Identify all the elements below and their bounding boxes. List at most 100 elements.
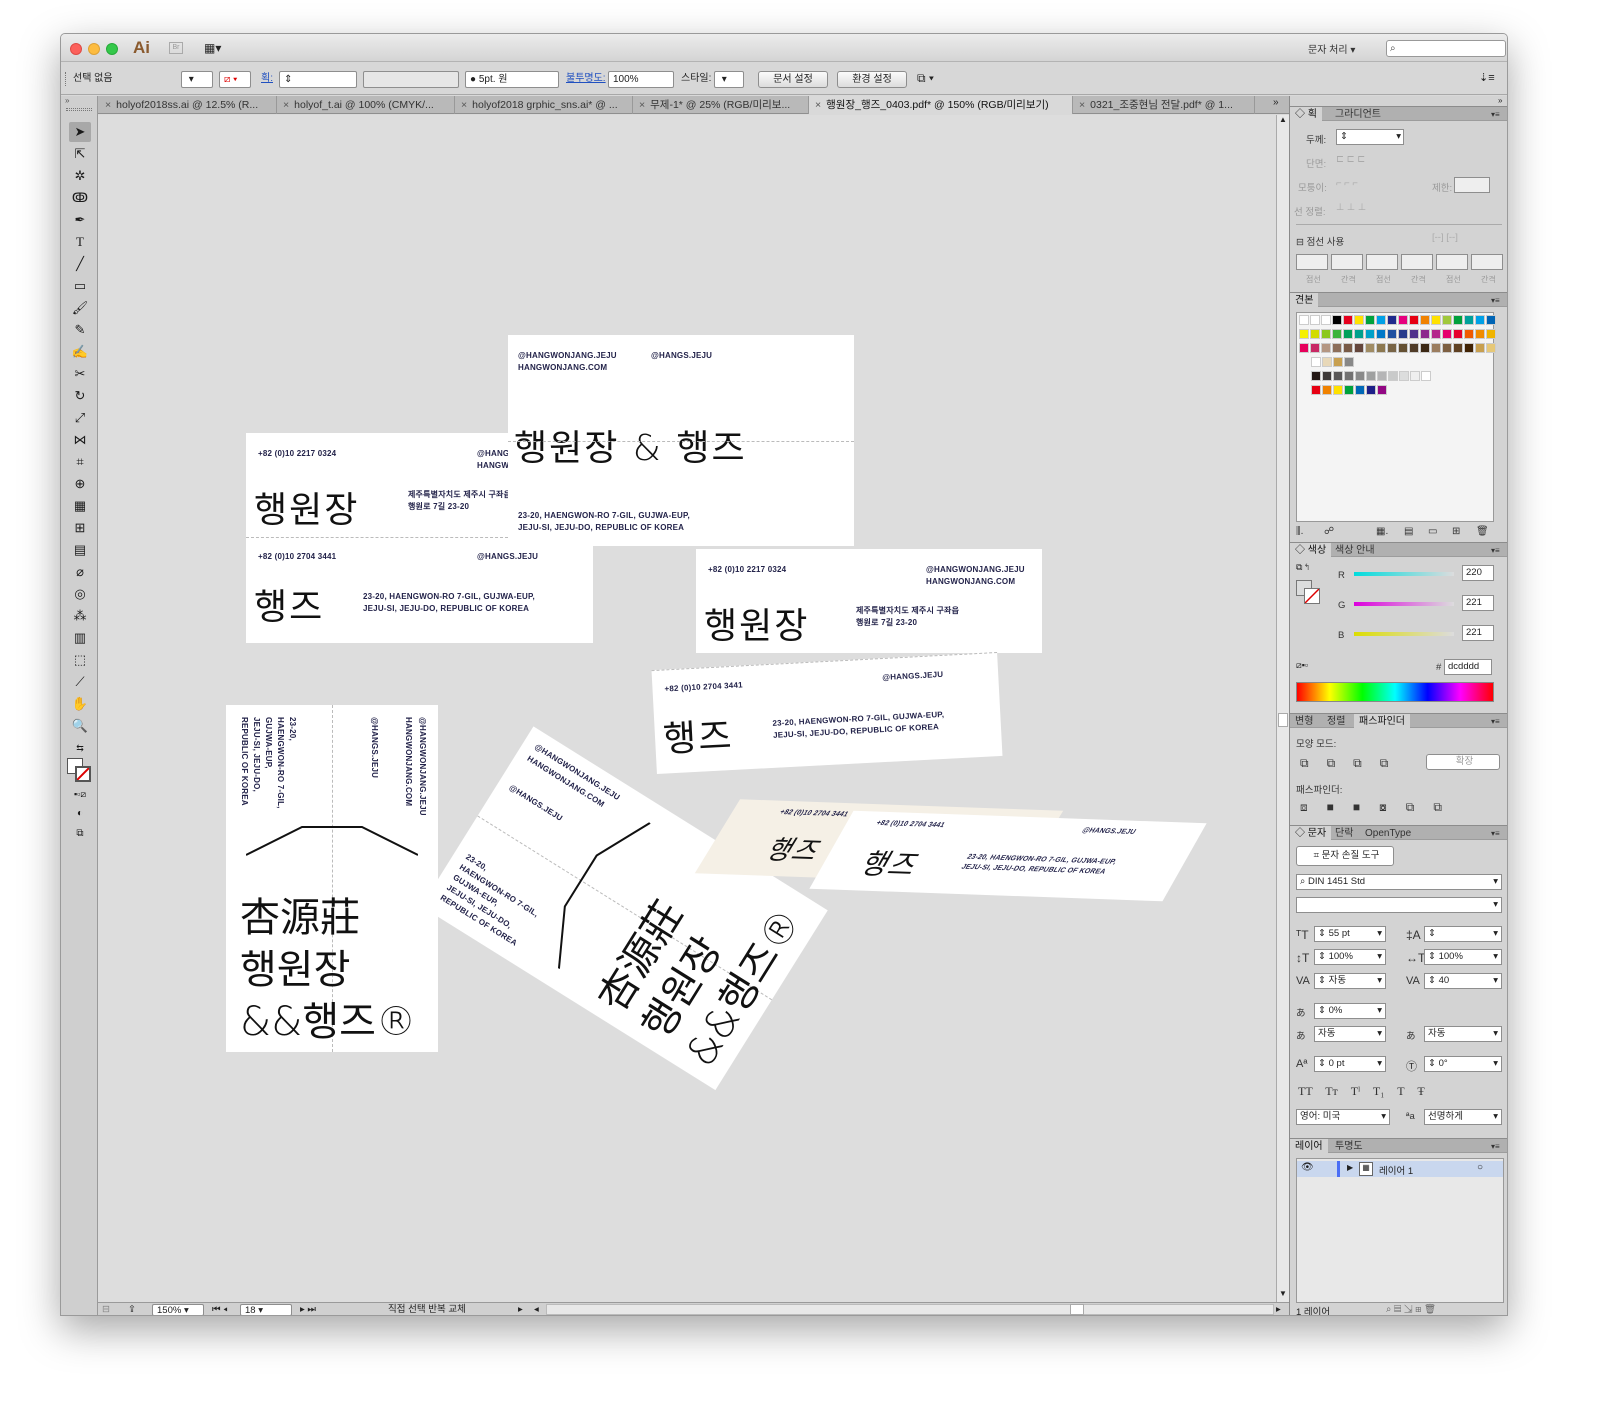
type-tool-icon[interactable]: T: [69, 232, 91, 252]
color-guide-tab[interactable]: 색상 안내: [1330, 543, 1380, 558]
scroll-up-icon[interactable]: ▲: [1279, 115, 1287, 124]
vertical-scale-input[interactable]: ⇕ 100% ▾: [1314, 949, 1386, 965]
color-swatch[interactable]: [1344, 357, 1354, 367]
stroke-swatch[interactable]: [75, 766, 91, 782]
tab-doc-6[interactable]: × 0321_조중현님 전달.pdf* @ 1...: [1073, 96, 1255, 114]
color-swatch[interactable]: [1387, 329, 1397, 339]
color-swatch[interactable]: [1377, 371, 1387, 381]
eyedropper-tool-icon[interactable]: ⌀: [69, 562, 91, 582]
panel-options-icon[interactable]: ▾≡: [1486, 826, 1505, 841]
color-swatch[interactable]: [1410, 371, 1420, 381]
collapse-panels-icon[interactable]: »: [1498, 96, 1502, 105]
layers-tab[interactable]: 레이어: [1290, 1139, 1328, 1154]
symbol-sprayer-tool-icon[interactable]: ⁂: [69, 606, 91, 626]
color-swatch[interactable]: [1398, 315, 1408, 325]
color-swatch[interactable]: [1332, 329, 1342, 339]
r-input[interactable]: 220: [1462, 565, 1494, 581]
tab-overflow-icon[interactable]: »: [1273, 97, 1279, 108]
minimize-window-button[interactable]: [88, 43, 100, 55]
color-swatch[interactable]: [1475, 343, 1485, 353]
pen-tool-icon[interactable]: ✒: [69, 210, 91, 230]
color-swatch[interactable]: [1377, 385, 1387, 395]
close-window-button[interactable]: [70, 43, 82, 55]
artboard-number-field[interactable]: 18 ▾: [240, 1304, 292, 1315]
collapse-tools-icon[interactable]: »: [65, 96, 69, 105]
hand-tool-icon[interactable]: ✋: [69, 694, 91, 714]
horizontal-scrollbar-thumb[interactable]: [1070, 1304, 1084, 1315]
target-icon[interactable]: ○: [1477, 1162, 1483, 1173]
business-card-vertical[interactable]: @HANGWONJANG.JEJU HANGWONJANG.COM @HANGS…: [226, 705, 438, 1052]
scroll-down-icon[interactable]: ▼: [1279, 1289, 1287, 1298]
share-icon[interactable]: ⇪: [128, 1304, 136, 1315]
scissors-tool-icon[interactable]: ✂: [69, 364, 91, 384]
pencil-tool-icon[interactable]: ✎: [69, 320, 91, 340]
dash-input[interactable]: [1366, 254, 1398, 270]
gradient-tab[interactable]: 그라디언트: [1330, 107, 1386, 122]
new-swatch-icon[interactable]: ⊞: [1452, 526, 1460, 537]
variable-width-dropdown[interactable]: [363, 71, 459, 88]
color-swatch[interactable]: [1365, 343, 1375, 353]
visibility-eye-icon[interactable]: 👁: [1301, 1162, 1314, 1173]
preferences-button[interactable]: 환경 설정: [837, 71, 907, 88]
none-white-black-swatches[interactable]: ⧄▪▫: [1296, 660, 1308, 671]
color-swatch[interactable]: [1321, 329, 1331, 339]
swatch-options-icon[interactable]: ▦.: [1376, 526, 1388, 537]
leading-input[interactable]: ⇕ ▾: [1424, 926, 1502, 942]
color-swatch[interactable]: [1322, 385, 1332, 395]
dashed-line-checkbox[interactable]: ⊟ 점선 사용: [1296, 234, 1344, 248]
draw-mode-icon[interactable]: ◐: [69, 804, 91, 824]
tab-doc-2[interactable]: × holyof_t.ai @ 100% (CMYK/...: [277, 96, 455, 114]
expand-layer-icon[interactable]: ▶: [1347, 1163, 1353, 1172]
gap-input[interactable]: [1471, 254, 1503, 270]
magic-wand-tool-icon[interactable]: ✲: [69, 166, 91, 186]
color-swatch[interactable]: [1431, 329, 1441, 339]
zoom-window-button[interactable]: [106, 43, 118, 55]
close-tab-icon[interactable]: ×: [1079, 99, 1085, 111]
r-slider[interactable]: [1354, 572, 1454, 576]
color-swatch[interactable]: [1420, 343, 1430, 353]
layer-row[interactable]: 👁 ▶ ▦ 레이어 1 ○: [1297, 1161, 1503, 1177]
opentype-tab[interactable]: OpenType: [1360, 826, 1416, 841]
expand-button[interactable]: 확장: [1426, 754, 1500, 770]
horizontal-scrollbar[interactable]: [546, 1304, 1274, 1315]
dash-input[interactable]: [1296, 254, 1328, 270]
color-swatch[interactable]: [1399, 371, 1409, 381]
line-tool-icon[interactable]: ╱: [69, 254, 91, 274]
document-setup-button[interactable]: 문서 설정: [758, 71, 828, 88]
shape-mode-buttons[interactable]: ⧉⧉⧉⧉: [1300, 756, 1406, 771]
tab-doc-active[interactable]: × 행원장_행즈_0403.pdf* @ 150% (RGB/미리보기): [809, 96, 1073, 114]
close-tab-icon[interactable]: ×: [815, 99, 821, 111]
close-tab-icon[interactable]: ×: [639, 99, 645, 111]
arrange-documents-icon[interactable]: ▦▾: [204, 41, 228, 55]
blend-tool-icon[interactable]: ◎: [69, 584, 91, 604]
kerning-input[interactable]: ⇕ 자동 ▾: [1314, 973, 1386, 989]
color-swatch[interactable]: [1343, 343, 1353, 353]
zoom-level-dropdown[interactable]: 150% ▾: [152, 1304, 204, 1315]
help-search-input[interactable]: ⌕: [1386, 40, 1506, 57]
gradient-tool-icon[interactable]: ▤: [69, 540, 91, 560]
color-swatch[interactable]: [1310, 329, 1320, 339]
color-swatch[interactable]: [1453, 343, 1463, 353]
first-artboard-icon[interactable]: ⏮ ◂: [212, 1304, 228, 1315]
dash-align-buttons[interactable]: [‐‐] [‐‐]: [1432, 232, 1458, 243]
swatch-kind-icon[interactable]: ☍: [1324, 526, 1334, 537]
character-rotation-input[interactable]: ⇕ 0° ▾: [1424, 1056, 1502, 1072]
color-swatch[interactable]: [1322, 371, 1332, 381]
color-group-icon[interactable]: ▤: [1404, 526, 1413, 537]
color-swatch[interactable]: [1332, 315, 1342, 325]
color-tab[interactable]: ◇ 색상: [1290, 543, 1332, 558]
color-swatch[interactable]: [1475, 329, 1485, 339]
scrollbar-thumb[interactable]: [1278, 713, 1288, 727]
opacity-label-link[interactable]: 불투명도:: [566, 71, 606, 88]
color-swatch[interactable]: [1354, 343, 1364, 353]
free-transform-tool-icon[interactable]: ⌗: [69, 452, 91, 472]
status-menu-icon[interactable]: ▸: [518, 1304, 523, 1315]
business-card[interactable]: +82 (0)10 2704 3441 @HANGS.JEJU 행즈 23-20…: [651, 652, 1003, 774]
tab-doc-3[interactable]: × holyof2018 grphic_sns.ai* @ ...: [455, 96, 633, 114]
color-swatch[interactable]: [1332, 343, 1342, 353]
horizontal-scale-input[interactable]: ⇕ 100% ▾: [1424, 949, 1502, 965]
hex-input[interactable]: dcdddd: [1444, 659, 1492, 675]
column-graph-tool-icon[interactable]: ▥: [69, 628, 91, 648]
align-tab[interactable]: 정렬: [1322, 714, 1350, 729]
character-tab[interactable]: ◇ 문자: [1290, 826, 1332, 841]
